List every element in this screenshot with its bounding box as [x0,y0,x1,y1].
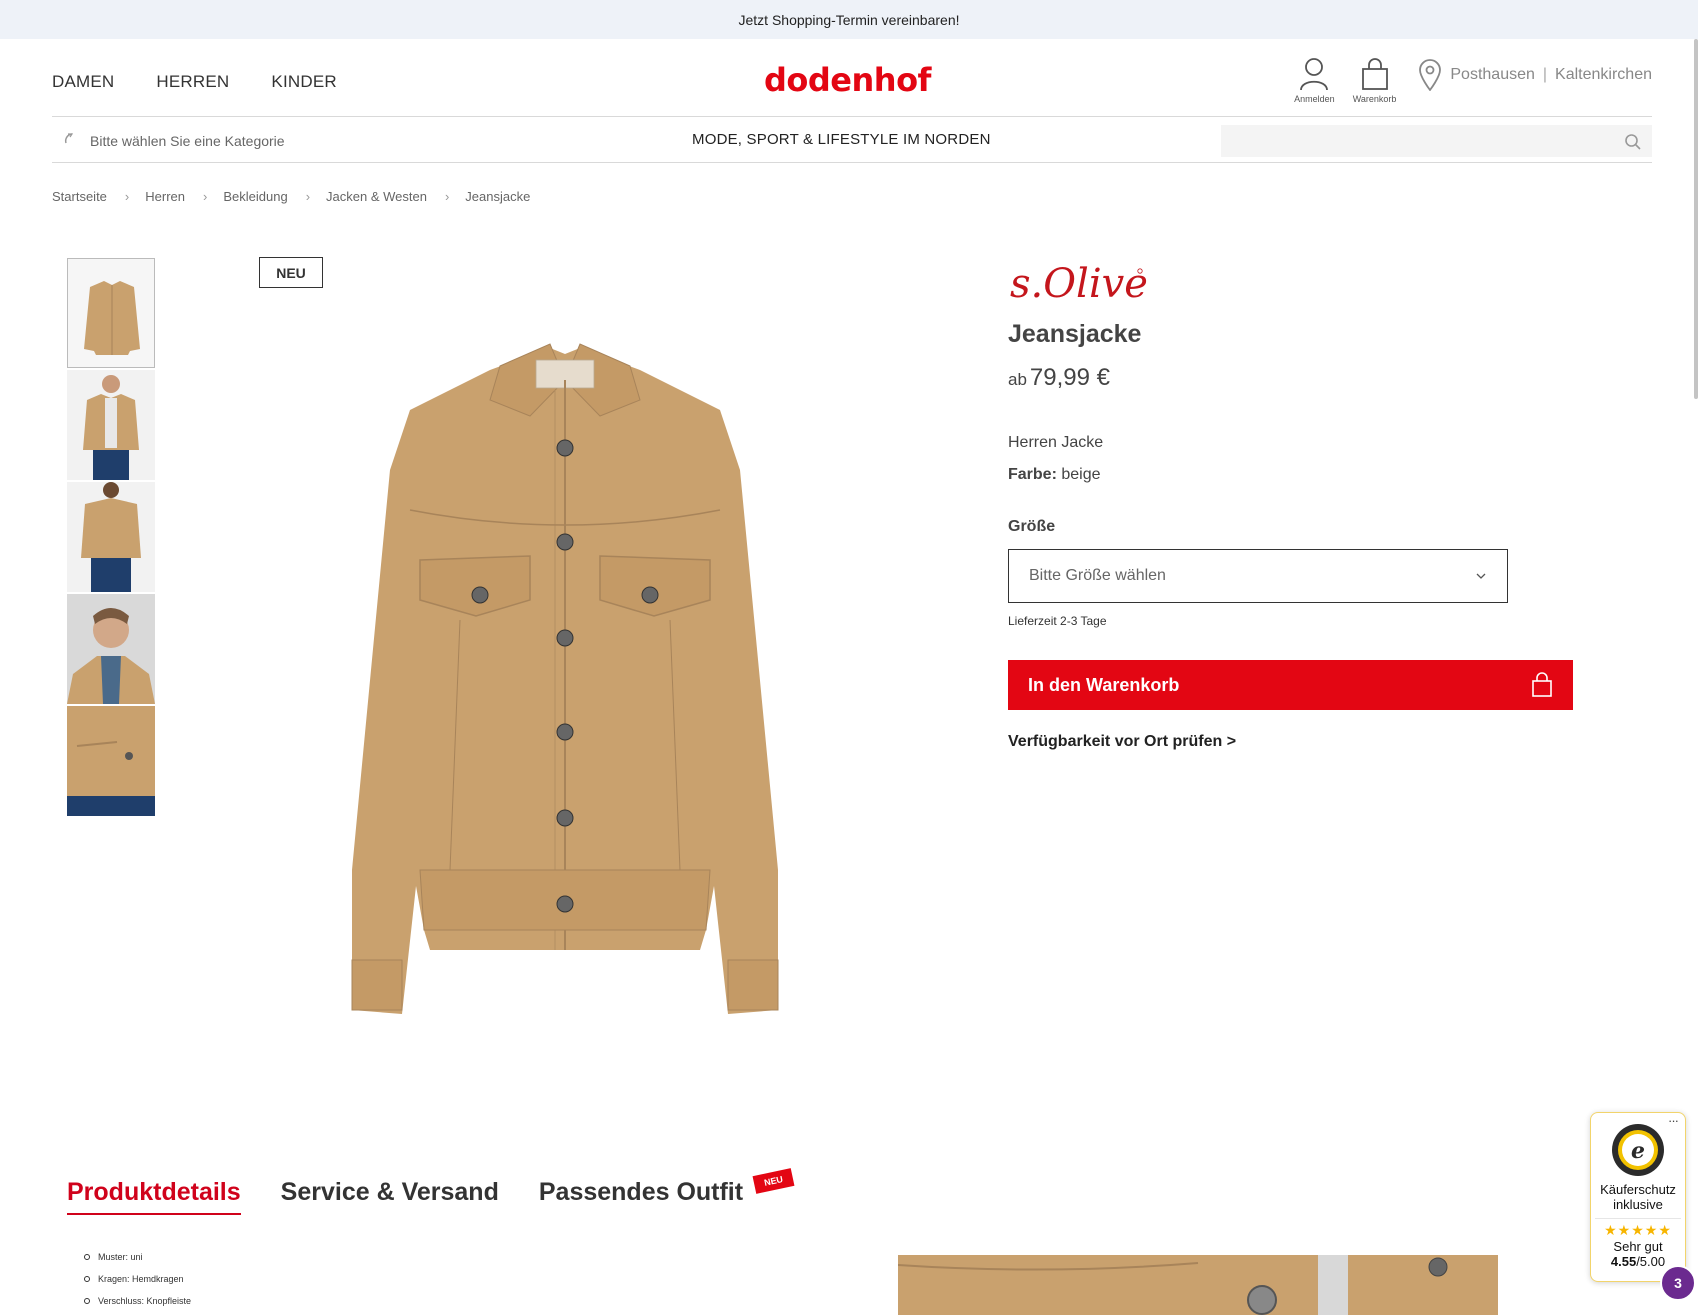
outfit-new-flag: NEU [752,1168,795,1194]
price-value: 79,99 € [1029,364,1110,391]
tab-service-versand[interactable]: Service & Versand [281,1178,499,1213]
cart-label: Warenkorb [1352,94,1397,104]
tab-produktdetails[interactable]: Produktdetails [67,1178,241,1215]
color-value: beige [1061,466,1101,483]
breadcrumb-bekleidung[interactable]: Bekleidung [223,189,287,204]
check-availability-link[interactable]: Verfügbarkeit vor Ort prüfen > [1008,733,1236,751]
category-placeholder: Bitte wählen Sie eine Kategorie [90,133,285,149]
widget-divider [1595,1218,1681,1219]
thumbnail-5[interactable] [67,706,155,816]
brand-logo[interactable]: s.Oliver [1008,255,1170,310]
trusted-shops-seal-icon: e [1612,1124,1664,1176]
breadcrumb-current: Jeansjacke [465,189,531,204]
new-badge: NEU [259,257,323,288]
breadcrumb-jacken-westen[interactable]: Jacken & Westen [326,189,427,204]
add-to-cart-label: In den Warenkorb [1028,674,1180,695]
dodenhof-logo[interactable]: dodenhof [764,61,931,99]
tab-passendes-outfit[interactable]: Passendes Outfit NEU [538,1168,795,1213]
chevron-down-icon [1476,573,1486,579]
nav-herren[interactable]: HERREN [156,72,229,92]
product-price: ab 79,99 € [1008,364,1110,392]
user-icon [1300,58,1329,91]
thumbnail-4[interactable] [67,594,155,704]
rating-score: 4.55/5.00 [1611,1254,1665,1269]
rating-grade: Sehr gut [1613,1239,1663,1254]
shopping-bag-icon [1532,672,1552,697]
store-links: Posthausen | Kaltenkirchen [1418,59,1652,91]
breadcrumb-herren[interactable]: Herren [145,189,185,204]
header-actions: Anmelden Warenkorb Posthausen | Kaltenki… [1294,57,1652,104]
add-to-cart-button[interactable]: In den Warenkorb [1008,660,1573,710]
location-pin-icon [1419,59,1442,91]
loading-spinner-icon [64,133,74,144]
notification-badge[interactable]: 3 [1660,1265,1696,1301]
size-label: Größe [1008,518,1056,535]
shopping-bag-icon [1361,58,1388,90]
main-navigation: DAMEN HERREN KINDER [52,72,379,92]
price-prefix: ab [1008,370,1027,389]
svg-text:e: e [1631,1138,1645,1164]
search-icon[interactable] [1624,133,1642,151]
product-tabs: Produktdetails Service & Versand Passend… [67,1168,795,1215]
breadcrumb: Startseite › Herren › Bekleidung › Jacke… [52,189,530,204]
thumbnail-1[interactable] [67,258,155,368]
nav-kinder[interactable]: KINDER [271,72,336,92]
rating-score-max: /5.00 [1636,1254,1666,1269]
chevron-right-icon: › [203,189,208,204]
product-description: Herren Jacke [1008,434,1104,451]
protection-line-1: Käuferschutz [1600,1182,1676,1197]
list-item: Muster: uni [84,1252,191,1262]
color-label: Farbe: [1008,466,1057,483]
list-item: Verschluss: Knopfleiste [84,1296,191,1306]
nav-damen[interactable]: DAMEN [52,72,114,92]
login-label: Anmelden [1294,94,1335,104]
trusted-shops-widget[interactable]: ··· e Käuferschutz inklusive ★★★★★ Sehr … [1590,1112,1686,1282]
delivery-time: Lieferzeit 2-3 Tage [1008,614,1107,628]
chevron-right-icon: › [305,189,311,204]
list-item: Kragen: Hemdkragen [84,1274,191,1284]
chevron-right-icon: › [444,189,450,204]
chevron-right-icon: › [124,189,130,204]
search-box[interactable] [1221,125,1652,157]
rating-score-value: 4.55 [1610,1254,1637,1269]
login-button[interactable]: Anmelden [1294,57,1335,104]
size-placeholder: Bitte Größe wählen [1029,567,1166,584]
category-selector[interactable]: Bitte wählen Sie eine Kategorie [62,131,285,151]
more-options-icon[interactable]: ··· [1668,1113,1679,1128]
protection-line-2: inklusive [1613,1197,1663,1212]
page-scrollbar[interactable] [1694,39,1698,399]
product-thumbnails [67,258,155,818]
site-header: DAMEN HERREN KINDER dodenhof Anmelden Wa… [52,39,1652,117]
announcement-bar[interactable]: Jetzt Shopping-Termin vereinbaren! [0,0,1698,39]
store-kaltenkirchen-link[interactable]: Kaltenkirchen [1555,66,1652,84]
breadcrumb-startseite[interactable]: Startseite [52,189,107,204]
sub-header: Bitte wählen Sie eine Kategorie MODE, SP… [52,117,1652,163]
product-name: Jeansjacke [1008,320,1142,348]
detail-image [898,1255,1498,1315]
svg-text:s.Oliver: s.Oliver [1010,261,1148,305]
thumbnail-3[interactable] [67,482,155,592]
product-details-list: Muster: uni Kragen: Hemdkragen Verschlus… [84,1252,191,1315]
search-input[interactable] [1221,125,1652,157]
product-color: Farbe: beige [1008,466,1101,484]
rating-stars: ★★★★★ [1604,1222,1672,1238]
thumbnail-2[interactable] [67,370,155,480]
main-product-image[interactable] [300,330,830,1030]
store-separator: | [1542,66,1548,83]
cart-header-button[interactable]: Warenkorb [1352,57,1397,104]
size-select[interactable]: Bitte Größe wählen [1008,549,1508,603]
slogan: MODE, SPORT & LIFESTYLE IM NORDEN [692,131,991,148]
announcement-text[interactable]: Jetzt Shopping-Termin vereinbaren! [738,12,959,28]
tab-outfit-label: Passendes Outfit [538,1178,744,1206]
store-posthausen-link[interactable]: Posthausen [1450,66,1535,84]
protection-text: Käuferschutz inklusive [1600,1182,1676,1212]
